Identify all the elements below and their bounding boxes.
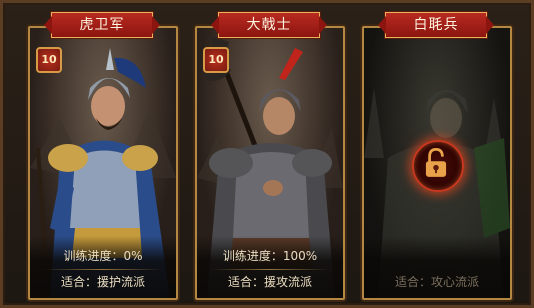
suitable-style-label: 适合：援攻流派 [227, 275, 312, 289]
suitable-style-label: 适合：援护流派 [60, 275, 145, 289]
level-badge: 10 [203, 47, 229, 73]
divider [211, 269, 329, 270]
troop-title-banner: 大戟士 [211, 12, 327, 38]
training-progress-label: 训练进度：100% [222, 249, 318, 263]
padlock-icon[interactable] [412, 140, 464, 192]
troop-title-banner: 虎卫军 [44, 12, 160, 38]
troop-card-baimaobing[interactable]: 适合：攻心流派 [362, 26, 512, 300]
troop-title-banner: 白毦兵 [378, 12, 494, 38]
divider [44, 269, 162, 270]
suitable-style-label: 适合：攻心流派 [394, 275, 479, 289]
level-badge: 10 [36, 47, 62, 73]
training-progress-label: 训练进度：0% [63, 249, 143, 263]
